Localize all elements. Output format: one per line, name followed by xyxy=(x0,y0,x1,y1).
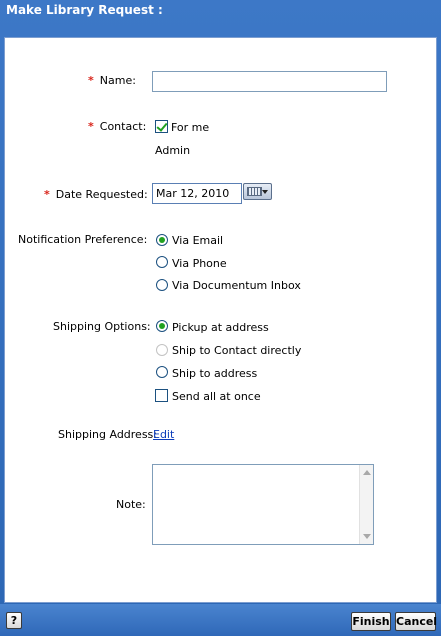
name-input[interactable] xyxy=(152,71,387,92)
via-email-radio[interactable] xyxy=(156,234,168,246)
scroll-down-icon[interactable] xyxy=(363,534,371,539)
note-label: Note: xyxy=(116,498,146,511)
shipping-address-label: Shipping Address: xyxy=(58,428,157,441)
required-asterisk: * xyxy=(44,188,50,201)
date-input[interactable] xyxy=(152,183,242,204)
calendar-picker-button[interactable] xyxy=(243,183,272,200)
required-asterisk: * xyxy=(88,120,94,133)
finish-button[interactable]: Finish xyxy=(351,612,391,631)
scroll-up-icon[interactable] xyxy=(363,470,371,475)
via-inbox-radio[interactable] xyxy=(156,279,168,291)
send-all-checkbox[interactable] xyxy=(155,389,168,402)
note-textarea[interactable] xyxy=(152,464,374,545)
for-me-checkbox[interactable] xyxy=(155,120,168,133)
contact-label: * Contact: xyxy=(88,120,147,133)
notification-label: Notification Preference: xyxy=(18,233,148,246)
name-label: * Name: xyxy=(88,74,136,87)
note-scrollbar[interactable] xyxy=(359,465,373,544)
via-phone-label: Via Phone xyxy=(172,257,227,270)
ship-to-address-radio[interactable] xyxy=(156,366,168,378)
library-request-dialog: Make Library Request : * Name: * Contact: … xyxy=(0,0,441,636)
ship-to-contact-radio xyxy=(156,344,168,356)
ship-to-contact-label: Ship to Contact directly xyxy=(172,344,302,357)
dialog-title: Make Library Request : xyxy=(6,3,163,17)
cancel-button[interactable]: Cancel xyxy=(395,612,437,631)
calendar-icon xyxy=(247,187,262,196)
help-button[interactable]: ? xyxy=(6,612,22,629)
via-inbox-label: Via Documentum Inbox xyxy=(172,279,301,292)
send-all-label: Send all at once xyxy=(172,390,261,403)
date-label: * Date Requested: xyxy=(44,188,148,201)
ship-to-address-label: Ship to address xyxy=(172,367,258,380)
required-asterisk: * xyxy=(88,74,94,87)
pickup-label: Pickup at address xyxy=(172,321,269,334)
contact-value: Admin xyxy=(155,144,191,157)
shipping-options-label: Shipping Options: xyxy=(53,320,151,333)
via-phone-radio[interactable] xyxy=(156,256,168,268)
edit-address-link[interactable]: Edit xyxy=(153,428,174,441)
via-email-label: Via Email xyxy=(172,234,224,247)
chevron-down-icon xyxy=(262,190,268,194)
for-me-label: For me xyxy=(171,121,210,134)
pickup-radio[interactable] xyxy=(156,320,168,332)
